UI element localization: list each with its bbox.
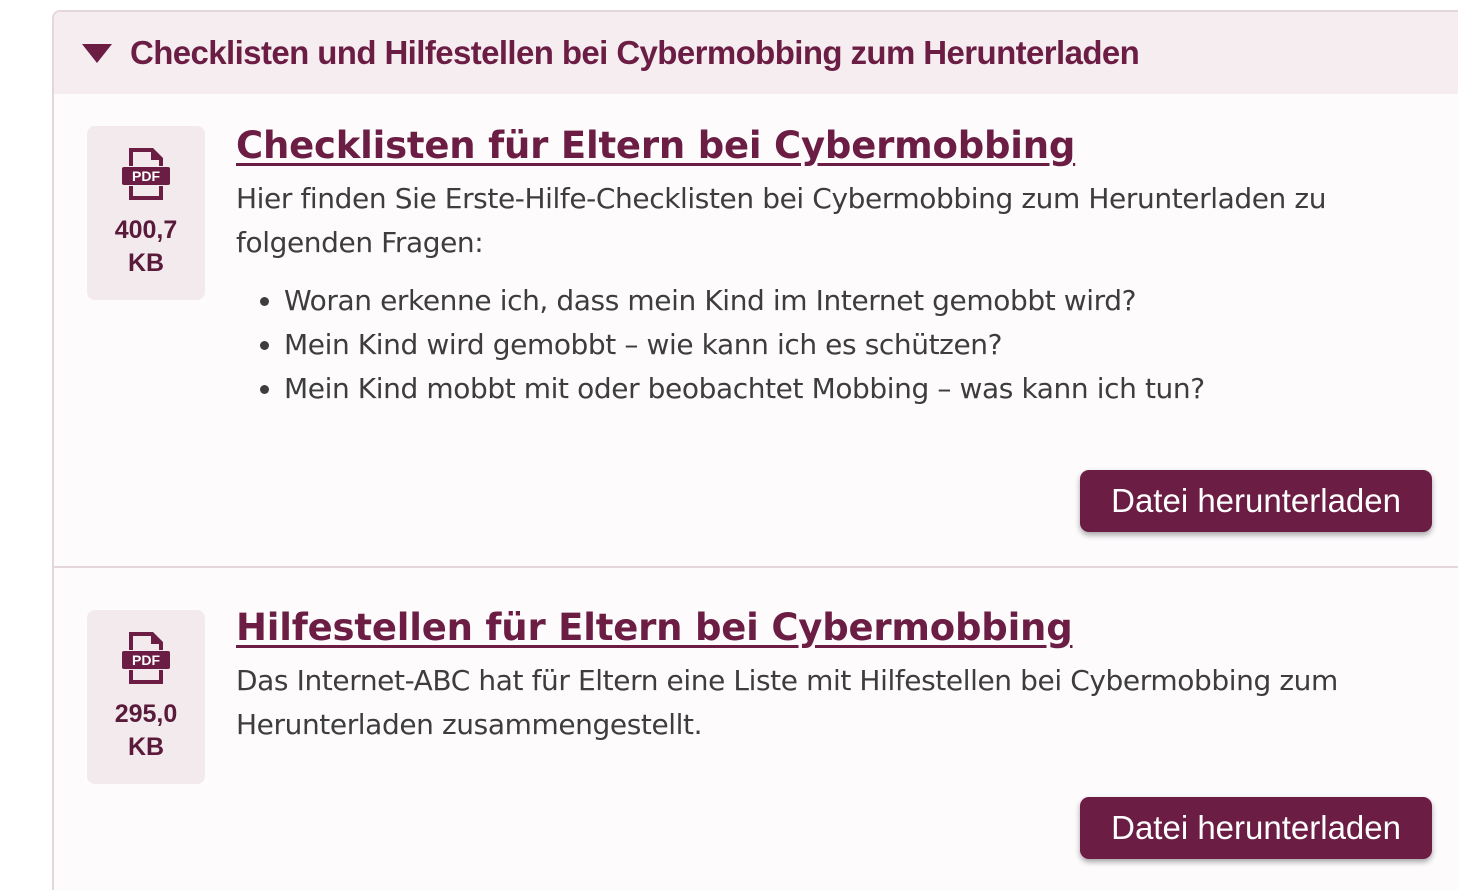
item-title-link[interactable]: Hilfestellen für Eltern bei Cybermobbing xyxy=(236,606,1073,649)
file-info-box: PDF 295,0 KB xyxy=(87,610,205,784)
accordion-title[interactable]: Checklisten und Hilfestellen bei Cybermo… xyxy=(130,34,1140,72)
file-size-unit: KB xyxy=(127,733,165,761)
item-title-link[interactable]: Checklisten für Eltern bei Cybermobbing xyxy=(236,124,1075,167)
file-info-box: PDF 400,7 KB xyxy=(87,126,205,300)
triangle-down-icon[interactable] xyxy=(82,43,112,63)
file-size-value: 400,7 xyxy=(114,216,178,244)
file-size: 400,7 KB xyxy=(87,214,205,280)
download-item: PDF 295,0 KB Hilfestellen für Eltern bei… xyxy=(54,566,1458,896)
accordion-header[interactable]: Checklisten und Hilfestellen bei Cybermo… xyxy=(54,12,1458,94)
item-description: Das Internet-ABC hat für Eltern eine Lis… xyxy=(236,664,1338,741)
list-item: Woran erkenne ich, dass mein Kind im Int… xyxy=(284,279,1442,323)
svg-text:PDF: PDF xyxy=(132,168,160,184)
file-size-value: 295,0 xyxy=(114,700,178,728)
svg-text:PDF: PDF xyxy=(132,652,160,668)
item-description: Hier finden Sie Erste-Hilfe-Checklisten … xyxy=(236,182,1327,259)
item-content: Hilfestellen für Eltern bei Cybermobbing… xyxy=(236,606,1442,747)
downloads-accordion: Checklisten und Hilfestellen bei Cybermo… xyxy=(52,10,1458,890)
item-content: Checklisten für Eltern bei Cybermobbing … xyxy=(236,124,1442,411)
list-item: Mein Kind wird gemobbt – wie kann ich es… xyxy=(284,323,1442,367)
file-size-unit: KB xyxy=(127,249,165,277)
download-item: PDF 400,7 KB Checklisten für Eltern bei … xyxy=(54,94,1458,564)
download-button[interactable]: Datei herunterladen xyxy=(1080,470,1432,532)
pdf-icon: PDF xyxy=(122,632,170,684)
file-size: 295,0 KB xyxy=(87,698,205,764)
download-button[interactable]: Datei herunterladen xyxy=(1080,797,1432,859)
pdf-icon: PDF xyxy=(122,148,170,200)
list-item: Mein Kind mobbt mit oder beobachtet Mobb… xyxy=(284,367,1442,411)
question-list: Woran erkenne ich, dass mein Kind im Int… xyxy=(236,279,1442,411)
